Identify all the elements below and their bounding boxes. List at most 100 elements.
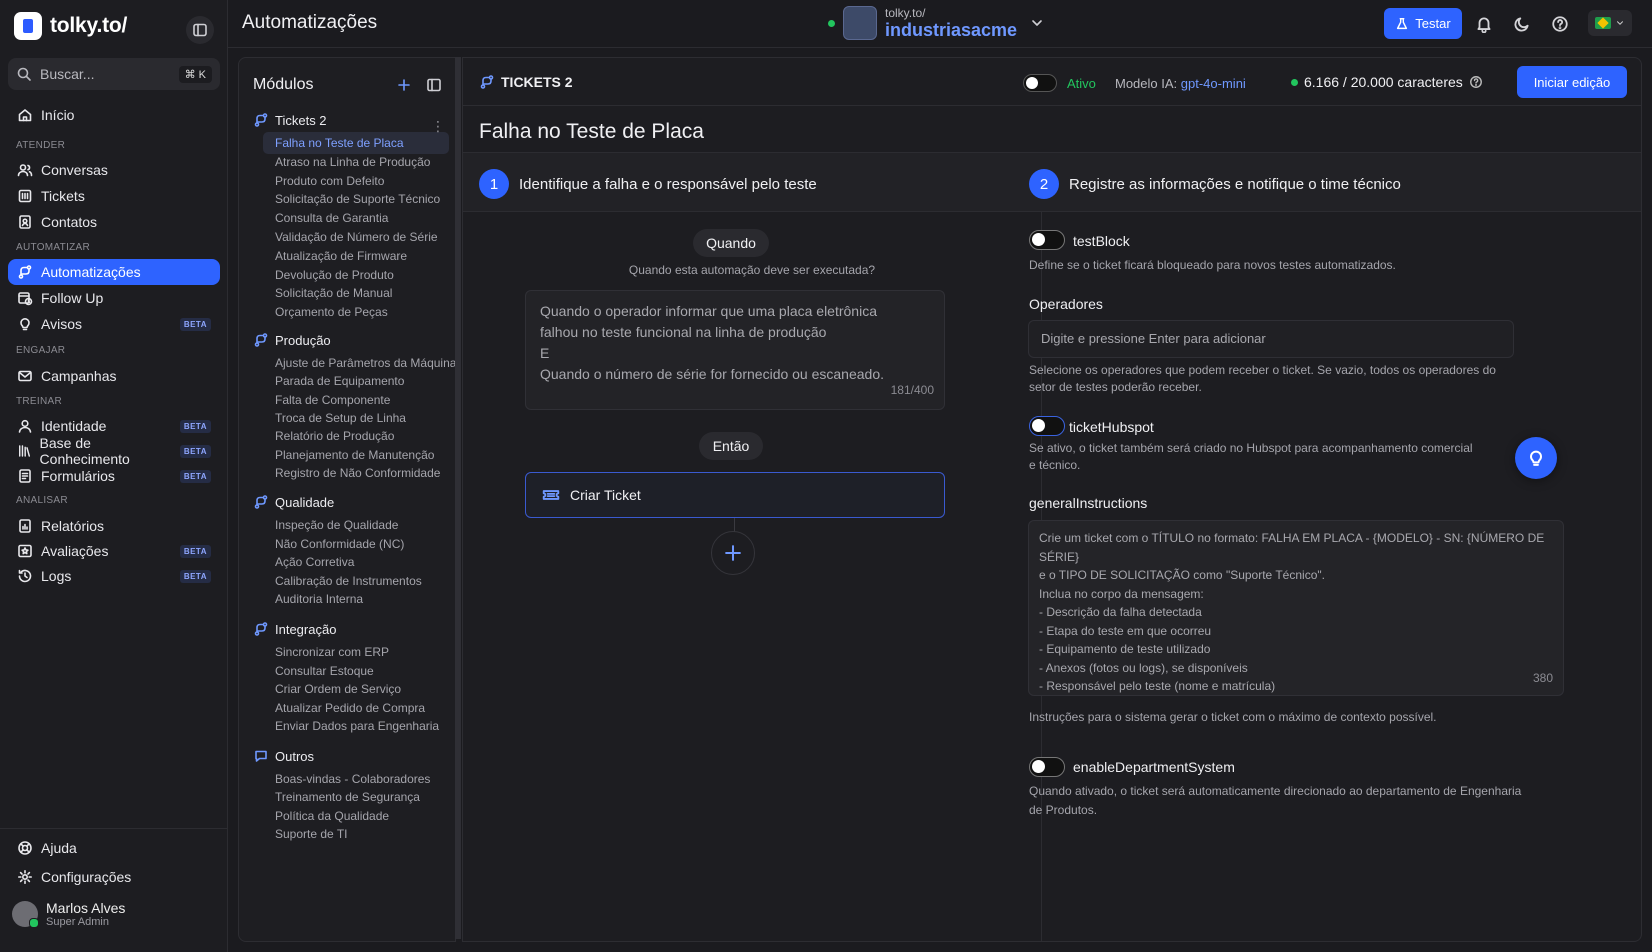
add-module-button[interactable]: [393, 74, 415, 96]
user-icon: [18, 419, 32, 433]
sidebar-item-automatizacoes[interactable]: Automatizações: [8, 259, 220, 285]
enabledepartmentsystem-toggle[interactable]: [1029, 757, 1065, 777]
module-item[interactable]: Produto com Defeito: [275, 174, 384, 188]
module-group-label: Qualidade: [275, 494, 335, 510]
sidebar-item-tickets[interactable]: Tickets: [8, 183, 220, 209]
collapse-modules-button[interactable]: [423, 74, 445, 96]
sidebar-item-relatorios[interactable]: Relatórios: [8, 513, 220, 539]
module-group[interactable]: Integração: [253, 621, 336, 637]
user-role: Super Admin: [46, 916, 109, 928]
module-group[interactable]: Tickets 2: [253, 112, 327, 128]
module-item[interactable]: Registro de Não Conformidade: [275, 466, 440, 480]
module-item[interactable]: Sincronizar com ERP: [275, 645, 389, 659]
steps-bar: 1 Identifique a falha e o responsável pe…: [463, 152, 1641, 212]
sidebar-item-avisos[interactable]: Avisos BETA: [8, 311, 220, 337]
step-1[interactable]: 1 Identifique a falha e o responsável pe…: [479, 169, 817, 199]
sidebar-item-inicio[interactable]: Início: [8, 102, 220, 128]
beta-badge: BETA: [179, 419, 211, 433]
sidebar-item-contatos[interactable]: Contatos: [8, 209, 220, 235]
sidebar-item-followup[interactable]: Follow Up: [8, 285, 220, 311]
character-count: 6.166 / 20.000 caracteres: [1304, 74, 1463, 90]
sidebar-item-base-conhecimento[interactable]: Base de Conhecimento BETA: [8, 435, 220, 467]
sidebar-item-logs[interactable]: Logs BETA: [8, 563, 220, 589]
ai-model[interactable]: Modelo IA: gpt-4o-mini: [1115, 76, 1246, 91]
tips-button[interactable]: [1515, 437, 1557, 479]
module-item[interactable]: Treinamento de Segurança: [275, 790, 420, 804]
logo[interactable]: tolky.to/: [14, 12, 127, 40]
module-item[interactable]: Não Conformidade (NC): [275, 537, 404, 551]
start-edit-button[interactable]: Iniciar edição: [1517, 66, 1627, 98]
sidebar-item-label: Automatizações: [41, 264, 141, 280]
testblock-toggle[interactable]: [1029, 230, 1065, 250]
condition-line: E: [540, 345, 550, 361]
modules-scrollbar[interactable]: [455, 57, 461, 939]
module-item[interactable]: Devolução de Produto: [275, 268, 394, 282]
module-item[interactable]: Política da Qualidade: [275, 809, 389, 823]
kebab-menu-icon[interactable]: ⋮: [431, 118, 445, 135]
module-item[interactable]: Solicitação de Suporte Técnico: [275, 192, 440, 206]
module-item[interactable]: Calibração de Instrumentos: [275, 574, 422, 588]
module-item[interactable]: Boas-vindas - Colaboradores: [275, 772, 430, 786]
org-prefix: tolky.to/: [885, 5, 926, 20]
sidebar-item-avaliacoes[interactable]: Avaliações BETA: [8, 538, 220, 564]
create-ticket-action[interactable]: Criar Ticket: [525, 472, 945, 518]
module-item[interactable]: Inspeção de Qualidade: [275, 518, 398, 532]
sidebar-item-ajuda[interactable]: Ajuda: [8, 835, 220, 861]
enabledepartmentsystem-label: enableDepartmentSystem: [1073, 759, 1235, 775]
beta-badge: BETA: [179, 469, 211, 483]
notifications-button[interactable]: [1472, 12, 1496, 36]
module-item[interactable]: Enviar Dados para Engenharia: [275, 719, 439, 733]
module-item[interactable]: Atualizar Pedido de Compra: [275, 701, 425, 715]
module-item[interactable]: Consulta de Garantia: [275, 211, 388, 225]
add-action-button[interactable]: [711, 531, 755, 575]
module-item[interactable]: Falha no Teste de Placa: [263, 132, 449, 154]
user-profile[interactable]: Marlos Alves Super Admin: [12, 900, 125, 928]
sidebar-toggle-icon: [193, 23, 207, 37]
automation-title: Falha no Teste de Placa: [479, 120, 704, 143]
generalinstructions-textarea[interactable]: Crie um ticket com o TÍTULO no formato: …: [1028, 520, 1564, 696]
module-item[interactable]: Atualização de Firmware: [275, 249, 407, 263]
module-item[interactable]: Parada de Equipamento: [275, 374, 404, 388]
module-item[interactable]: Falta de Componente: [275, 393, 390, 407]
search-input[interactable]: Buscar... ⌘ K: [8, 58, 220, 90]
module-item[interactable]: Solicitação de Manual: [275, 286, 392, 300]
module-item[interactable]: Ação Corretiva: [275, 555, 354, 569]
sidebar-item-campanhas[interactable]: Campanhas: [8, 363, 220, 389]
module-item[interactable]: Orçamento de Peças: [275, 305, 388, 319]
sidebar-item-conversas[interactable]: Conversas: [8, 157, 220, 183]
test-button[interactable]: Testar: [1384, 8, 1462, 39]
module-item[interactable]: Suporte de TI: [275, 827, 348, 841]
module-item[interactable]: Troca de Setup de Linha: [275, 411, 406, 425]
module-item[interactable]: Validação de Número de Série: [275, 230, 438, 244]
language-selector[interactable]: [1588, 10, 1632, 36]
module-item[interactable]: Consultar Estoque: [275, 664, 374, 678]
operators-input[interactable]: Digite e pressione Enter para adicionar: [1028, 320, 1514, 358]
module-group[interactable]: Qualidade: [253, 494, 334, 510]
sidebar-item-configuracoes[interactable]: Configurações: [8, 864, 220, 890]
collapse-sidebar-button[interactable]: [186, 16, 214, 44]
sidebar-item-formularios[interactable]: Formulários BETA: [8, 463, 220, 489]
module-group[interactable]: Outros: [253, 748, 314, 764]
module-item[interactable]: Atraso na Linha de Produção: [275, 155, 430, 169]
module-item[interactable]: Criar Ordem de Serviço: [275, 682, 401, 696]
module-item[interactable]: Planejamento de Manutenção: [275, 448, 434, 462]
theme-toggle-button[interactable]: [1510, 12, 1534, 36]
help-circle-icon[interactable]: [1469, 75, 1483, 89]
step-2[interactable]: 2 Registre as informações e notifique o …: [1029, 169, 1401, 199]
workflow-icon: [254, 333, 268, 347]
topbar: Automatizações tolky.to/ industriasacme …: [228, 0, 1652, 48]
beta-badge: BETA: [179, 544, 211, 558]
instruction-line: - Etapa do teste em que ocorreu: [1039, 623, 1212, 638]
module-item[interactable]: Auditoria Interna: [275, 592, 363, 606]
module-item[interactable]: Relatório de Produção: [275, 429, 394, 443]
active-toggle[interactable]: [1023, 74, 1057, 92]
ai-model-label: Modelo IA:: [1115, 76, 1178, 91]
module-group[interactable]: Produção: [253, 332, 331, 348]
help-button[interactable]: [1548, 12, 1572, 36]
org-switcher[interactable]: tolky.to/ industriasacme: [828, 6, 1045, 40]
module-item[interactable]: Ajuste de Parâmetros da Máquina: [275, 356, 456, 370]
tickethubspot-toggle[interactable]: [1029, 416, 1065, 436]
step-label: Registre as informações e notifique o ti…: [1069, 175, 1401, 193]
trigger-condition-textarea[interactable]: Quando o operador informar que uma placa…: [525, 290, 945, 410]
testblock-label: testBlock: [1073, 233, 1130, 249]
